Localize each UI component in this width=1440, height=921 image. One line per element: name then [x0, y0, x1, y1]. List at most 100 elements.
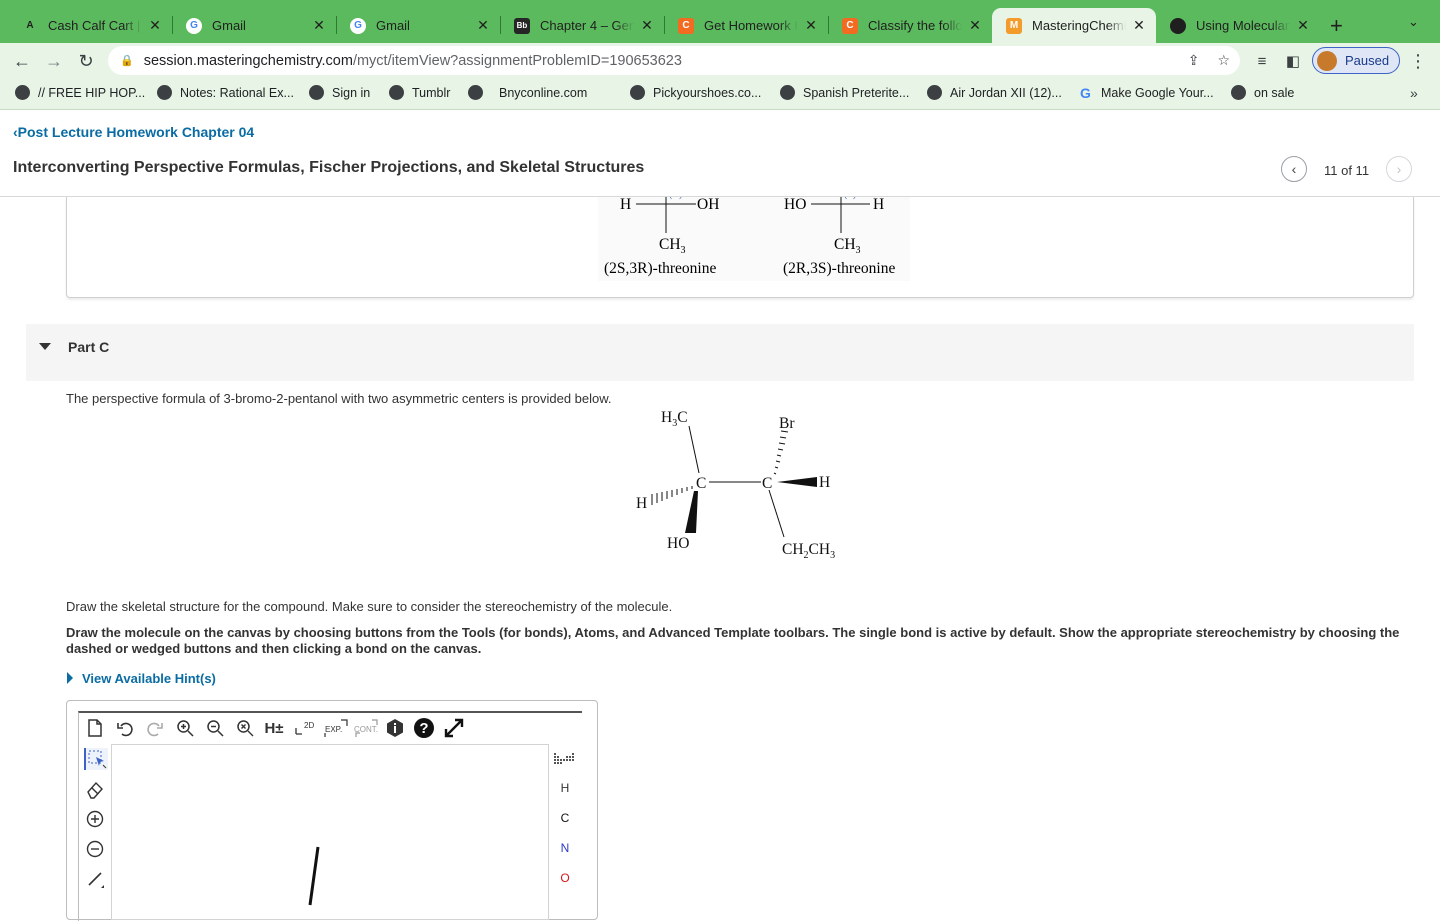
tab-title: Get Homework He: [704, 18, 798, 33]
google-icon: G: [350, 17, 366, 34]
part-c-header[interactable]: [26, 324, 1414, 381]
bookmark-item[interactable]: Air Jordan XII (12)...: [927, 85, 1062, 100]
zoom-reset-icon[interactable]: [234, 717, 256, 739]
new-document-icon[interactable]: [84, 717, 106, 739]
back-arrow-icon[interactable]: ←: [10, 49, 34, 73]
tab-strip: A Cash Calf Cart | H ✕ G Gmail ✕ G Gmail…: [0, 0, 1440, 43]
side-panel-icon[interactable]: ◧: [1281, 49, 1305, 73]
atom-c-button[interactable]: C: [556, 811, 574, 825]
caret-right-icon[interactable]: [67, 672, 73, 684]
drawing-canvas[interactable]: [111, 744, 549, 920]
url-path: /myct/itemView?assignmentProblemID=19065…: [352, 52, 682, 69]
browser-tab[interactable]: Using Molecular M ✕: [1156, 8, 1320, 43]
zoom-in-icon[interactable]: [174, 717, 196, 739]
tab-title: Gmail: [212, 18, 246, 33]
reading-list-icon[interactable]: ≡: [1250, 49, 1274, 73]
help-icon[interactable]: ?: [413, 717, 435, 739]
expand-button[interactable]: EXP.: [323, 717, 349, 739]
bookmark-item[interactable]: // FREE HIP HOP...: [15, 85, 145, 100]
fischer-left-stereo-label: (R): [669, 197, 682, 200]
single-bond-tool-icon[interactable]: [84, 868, 106, 890]
close-tab-icon[interactable]: ✕: [804, 17, 818, 34]
atom-n-button[interactable]: N: [556, 841, 574, 855]
molecule-wedge-bond-h: [777, 477, 817, 487]
more-bookmarks-icon[interactable]: »: [1410, 85, 1418, 101]
browser-tab[interactable]: A Cash Calf Cart | H ✕: [8, 8, 172, 43]
bookmark-item[interactable]: Spanish Preterite...: [780, 85, 909, 100]
redo-icon[interactable]: [144, 717, 166, 739]
fischer-projections-figure: H (R) OH CH3 (2S,3R)-threonine HO (S) H …: [598, 197, 910, 281]
globe-icon: [630, 85, 645, 100]
bookmark-item[interactable]: Notes: Rational Ex...: [157, 85, 294, 100]
info-hexagon-icon[interactable]: [384, 717, 406, 739]
address-bar[interactable]: 🔒 session.masteringchemistry.com/myct/it…: [108, 46, 1240, 75]
bookmark-item[interactable]: Sign in: [309, 85, 370, 100]
browser-tab[interactable]: C Classify the follo ✕: [828, 8, 992, 43]
browser-tab[interactable]: G Gmail ✕: [172, 8, 336, 43]
close-tab-icon[interactable]: ✕: [968, 17, 982, 34]
close-tab-icon[interactable]: ✕: [312, 17, 326, 34]
close-tab-icon[interactable]: ✕: [640, 17, 654, 34]
globe-icon: [1231, 85, 1246, 100]
next-item-button[interactable]: ›: [1386, 156, 1412, 182]
drawn-bond[interactable]: [308, 846, 320, 906]
svg-text:2D: 2D: [304, 721, 314, 730]
fullscreen-icon[interactable]: [443, 717, 465, 739]
positive-charge-icon[interactable]: [84, 808, 106, 830]
kebab-menu-icon[interactable]: ⋮: [1406, 49, 1430, 73]
negative-charge-icon[interactable]: [84, 838, 106, 860]
undo-icon[interactable]: [114, 717, 136, 739]
mastering-icon: M: [1006, 17, 1022, 34]
fischer-left-h: H: [620, 197, 631, 213]
share-icon[interactable]: ⇪: [1188, 52, 1200, 69]
caret-down-icon[interactable]: [39, 343, 51, 350]
forward-arrow-icon[interactable]: →: [42, 49, 66, 73]
periodic-table-icon[interactable]: [553, 748, 575, 770]
bookmark-item[interactable]: Bnyconline.com: [468, 85, 587, 100]
view-hints-link[interactable]: View Available Hint(s): [82, 671, 216, 686]
chegg-icon: C: [678, 17, 694, 34]
back-to-assignment-link[interactable]: ‹Post Lecture Homework Chapter 04: [13, 124, 254, 140]
reload-icon[interactable]: ↻: [74, 49, 98, 73]
globe-icon: [468, 85, 483, 100]
previous-item-button[interactable]: ‹: [1281, 156, 1307, 182]
bookmark-item[interactable]: Tumblr: [389, 85, 450, 100]
explicit-hydrogens-button[interactable]: H±: [263, 717, 285, 739]
atom-o-button[interactable]: O: [556, 871, 574, 885]
bookmark-item[interactable]: G Make Google Your...: [1078, 85, 1214, 101]
bookmark-star-icon[interactable]: ☆: [1217, 52, 1230, 69]
bookmark-label: on sale: [1254, 85, 1295, 100]
browser-tab-active[interactable]: M MasteringChemis ✕: [992, 8, 1156, 43]
eraser-icon[interactable]: [84, 778, 106, 800]
globe-icon: [780, 85, 795, 100]
browser-tab[interactable]: Bb Chapter 4 – Gene ✕: [500, 8, 664, 43]
selection-tool-icon[interactable]: [84, 748, 108, 770]
bookmark-item[interactable]: on sale: [1231, 85, 1294, 100]
part-c-description: The perspective formula of 3-bromo-2-pen…: [66, 391, 612, 406]
tab-search-icon[interactable]: ⌄: [1408, 14, 1419, 30]
globe-icon: [157, 85, 172, 100]
molecule-h-left-label: H: [636, 495, 647, 512]
close-tab-icon[interactable]: ✕: [148, 17, 162, 34]
clean-2d-button[interactable]: 2D: [294, 717, 318, 739]
close-tab-icon[interactable]: ✕: [1132, 17, 1146, 34]
perspective-formula-figure: H3C C H HO C Br H CH2CH3: [636, 409, 835, 561]
close-tab-icon[interactable]: ✕: [1296, 17, 1310, 34]
globe-icon: [389, 85, 404, 100]
new-tab-icon[interactable]: +: [1330, 13, 1343, 39]
close-tab-icon[interactable]: ✕: [476, 17, 490, 34]
bookmark-item[interactable]: Pickyourshoes.co...: [630, 85, 761, 100]
part-c-title: Part C: [68, 339, 110, 355]
profile-button[interactable]: Paused: [1312, 47, 1400, 74]
fischer-right-h: H: [873, 197, 884, 213]
page-title: Interconverting Perspective Formulas, Fi…: [13, 159, 645, 176]
zoom-out-icon[interactable]: [204, 717, 226, 739]
molecule-c2-label: C: [762, 475, 772, 492]
chegg-icon: C: [842, 17, 858, 34]
browser-tab[interactable]: G Gmail ✕: [336, 8, 500, 43]
browser-tab[interactable]: C Get Homework He ✕: [664, 8, 828, 43]
tab-title: Cash Calf Cart | H: [48, 18, 142, 33]
contract-button[interactable]: CONT.: [352, 717, 380, 739]
atom-h-button[interactable]: H: [556, 781, 574, 795]
fischer-left-name: (2S,3R)-threonine: [604, 260, 716, 277]
